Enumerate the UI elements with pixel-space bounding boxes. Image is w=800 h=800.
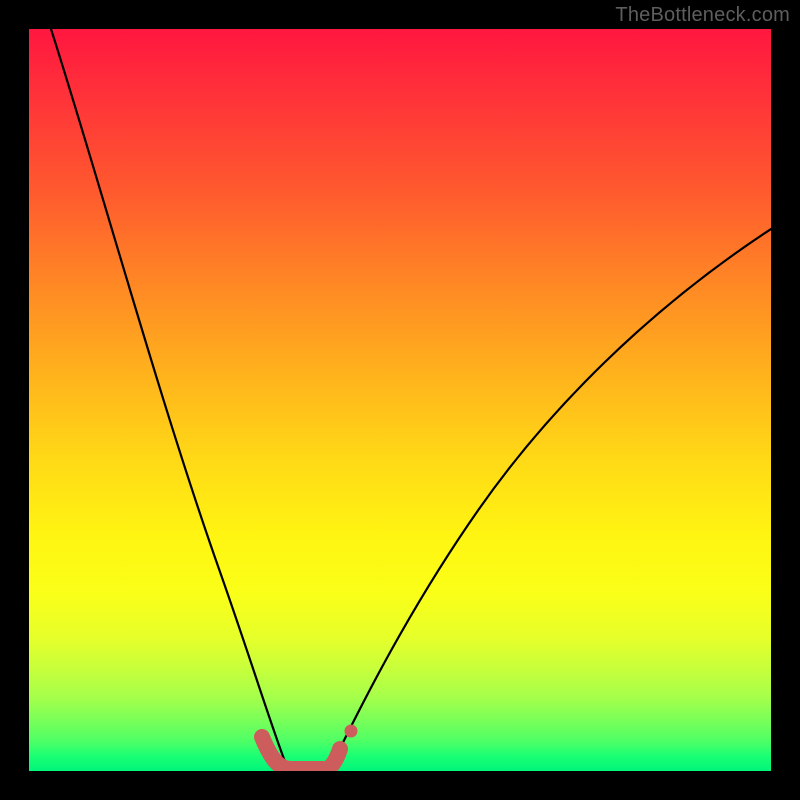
bottleneck-curve-left bbox=[51, 29, 291, 771]
bottleneck-curve-right bbox=[329, 229, 771, 771]
chart-svg bbox=[29, 29, 771, 771]
optimal-dot bbox=[345, 725, 358, 738]
chart-stage: TheBottleneck.com bbox=[0, 0, 800, 800]
watermark-text: TheBottleneck.com bbox=[615, 4, 790, 27]
optimal-zone-marker bbox=[262, 737, 340, 769]
